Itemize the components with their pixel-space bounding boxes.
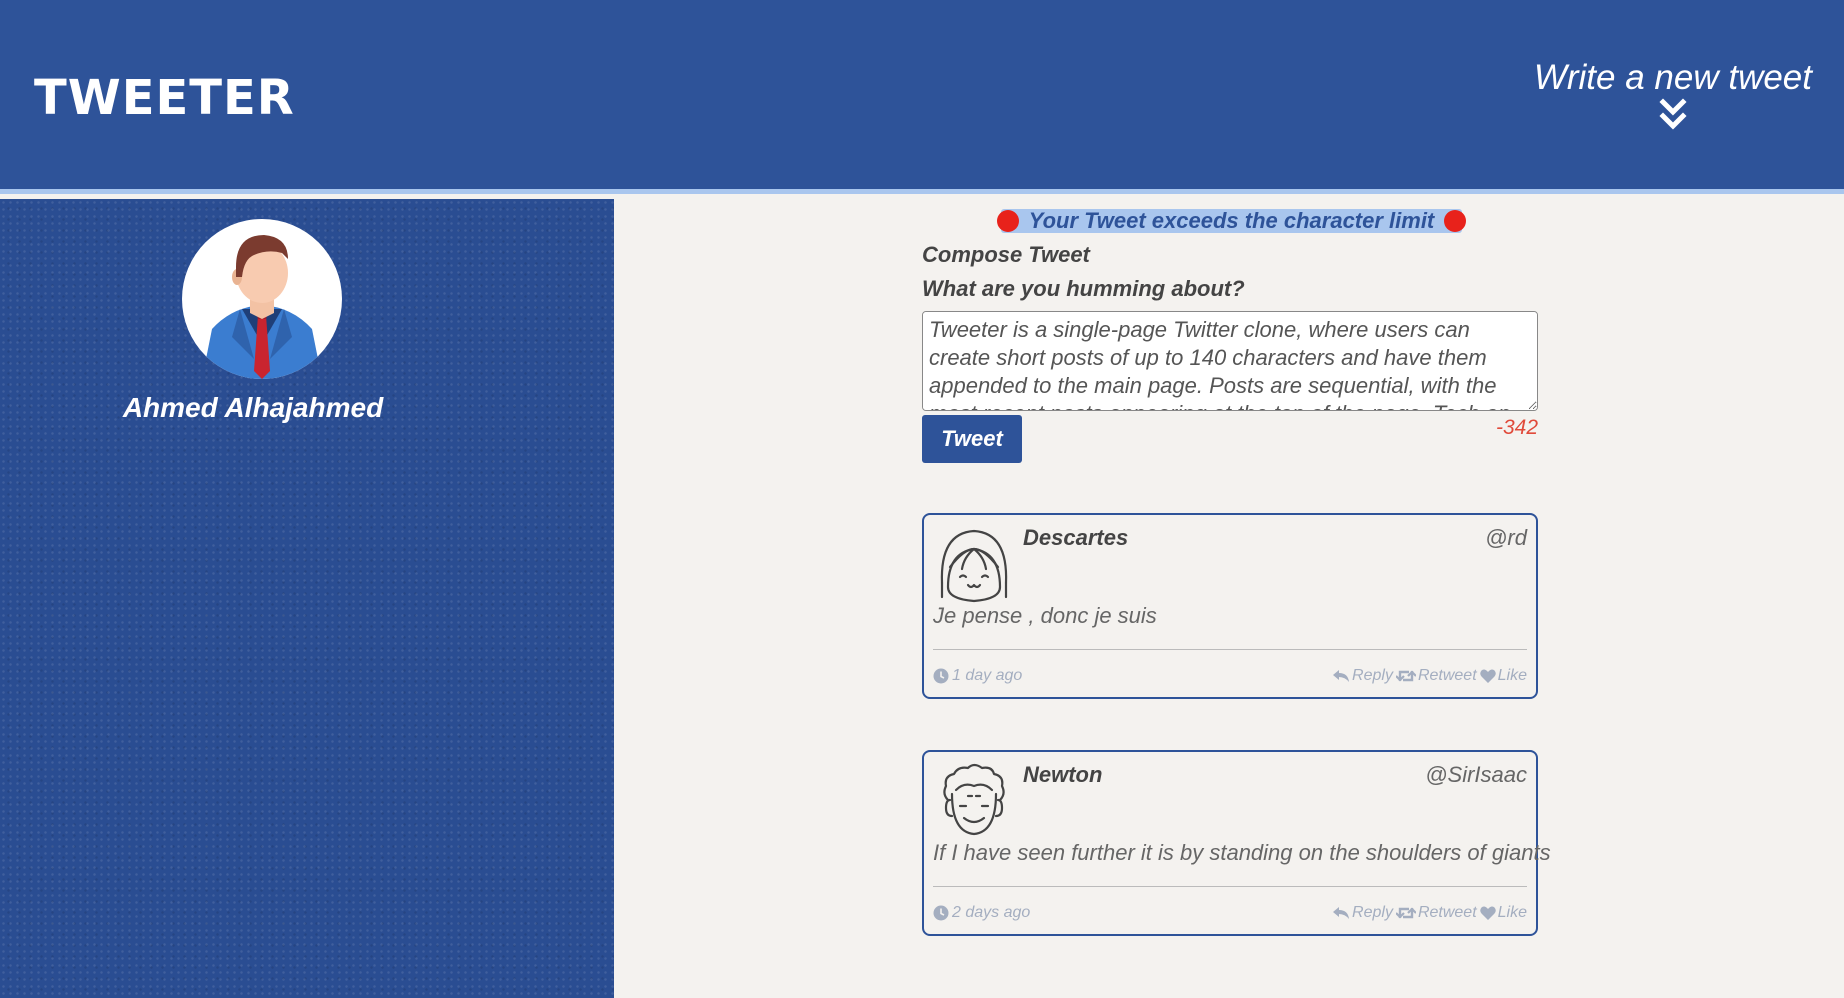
main-content: Your Tweet exceeds the character limit C… — [614, 199, 1844, 998]
tweet-author-handle: @SirIsaac — [1425, 762, 1527, 787]
tweet-author-name: Newton — [1023, 762, 1103, 787]
tweet-author-handle: @rd — [1485, 525, 1527, 550]
character-limit-error: Your Tweet exceeds the character limit — [996, 208, 1467, 233]
reply-icon — [1333, 907, 1350, 919]
tweet-card: Descartes @rd Je pense , donc je suis 1 … — [922, 513, 1538, 699]
tweet-text: If I have seen further it is by standing… — [933, 840, 1551, 865]
brand-logo: TWEETER — [34, 70, 295, 126]
reply-label: Reply — [1352, 904, 1393, 921]
profile-name: Ahmed Alhajahmed — [122, 392, 384, 423]
clock-icon — [933, 668, 949, 684]
compose-prompt: What are you humming about? — [922, 276, 1245, 301]
reply-button[interactable]: Reply — [1332, 667, 1393, 685]
profile-avatar — [182, 219, 342, 379]
tweet-text: Je pense , donc je suis — [933, 603, 1157, 628]
tweet-timestamp: 2 days ago — [933, 904, 1030, 922]
heart-icon — [1479, 669, 1496, 683]
character-counter: -342 — [1495, 416, 1538, 439]
profile-sidebar: Ahmed Alhajahmed — [0, 199, 614, 998]
tweet-footer: 2 days ago Reply Retweet Like — [933, 904, 1527, 922]
error-dot-icon — [1444, 210, 1467, 232]
error-message: Your Tweet exceeds the character limit — [1028, 208, 1435, 233]
girl-face-icon — [940, 529, 1008, 603]
retweet-icon — [1395, 907, 1416, 919]
error-dot-icon — [996, 210, 1019, 232]
clock-icon — [933, 905, 949, 921]
heart-icon — [1479, 906, 1496, 920]
tweet-divider — [933, 886, 1527, 887]
tweet-textarea[interactable]: Tweeter is a single-page Twitter clone, … — [922, 311, 1538, 411]
like-label: Like — [1497, 667, 1527, 684]
retweet-button[interactable]: Retweet — [1395, 667, 1477, 685]
retweet-label: Retweet — [1417, 667, 1477, 684]
tweet-timestamp: 1 day ago — [933, 667, 1022, 685]
retweet-icon — [1395, 670, 1416, 682]
like-button[interactable]: Like — [1479, 904, 1527, 922]
reply-icon — [1333, 670, 1350, 682]
top-nav: TWEETER Write a new tweet — [0, 0, 1844, 194]
compose-title: Compose Tweet — [922, 242, 1090, 267]
tweet-actions: Reply Retweet Like — [1332, 904, 1527, 922]
double-chevron-down-icon — [1659, 98, 1687, 130]
tweet-time-label: 1 day ago — [952, 667, 1023, 684]
curly-hair-face-icon — [943, 763, 1005, 836]
tweet-footer: 1 day ago Reply Retweet Like — [933, 667, 1527, 685]
tweet-author-name: Descartes — [1023, 525, 1129, 550]
tweet-time-label: 2 days ago — [952, 904, 1031, 921]
write-new-tweet-toggle[interactable]: Write a new tweet — [1534, 58, 1812, 132]
tweet-submit-button[interactable]: Tweet — [922, 415, 1022, 463]
tweet-actions: Reply Retweet Like — [1332, 667, 1527, 685]
like-button[interactable]: Like — [1479, 667, 1527, 685]
retweet-button[interactable]: Retweet — [1395, 904, 1477, 922]
write-new-tweet-label: Write a new tweet — [1533, 58, 1812, 97]
businessman-avatar-icon — [202, 235, 322, 379]
reply-label: Reply — [1352, 667, 1393, 684]
tweet-divider — [933, 649, 1527, 650]
reply-button[interactable]: Reply — [1332, 904, 1393, 922]
like-label: Like — [1497, 904, 1527, 921]
retweet-label: Retweet — [1417, 904, 1477, 921]
tweet-card: Newton @SirIsaac If I have seen further … — [922, 750, 1551, 936]
